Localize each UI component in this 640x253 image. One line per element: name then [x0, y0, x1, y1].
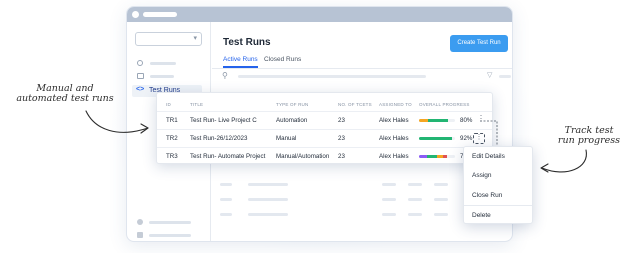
ghost-row-cell: [434, 183, 448, 186]
tabs-divider: [212, 68, 512, 69]
column-header-id: ID: [166, 102, 171, 107]
search-icon: ⚲: [222, 71, 228, 80]
ghost-row-cell: [248, 198, 288, 201]
progress-percent: 80%: [460, 117, 473, 124]
row-type: Manual/Automation: [276, 153, 330, 160]
row-count: 23: [338, 153, 345, 160]
test-runs-table: ID TITLE TYPE OF RUN NO. OF TCETS ASSIGN…: [156, 92, 493, 164]
ghost-row-cell: [220, 198, 232, 201]
progress-segment: [427, 155, 437, 158]
progress-segment: [419, 137, 452, 140]
row-assigned: Alex Hales: [379, 117, 409, 124]
column-header-progress: OVERALL PROGRESS: [419, 102, 470, 107]
row-count: 23: [338, 117, 345, 124]
row-type: Manual: [276, 135, 297, 142]
ghost-row-cell: [408, 183, 422, 186]
create-test-run-button[interactable]: Create Test Run: [450, 35, 508, 52]
filter-icon[interactable]: ▽: [487, 71, 492, 79]
row-context-menu: Edit Details Assign Close Run Delete: [463, 146, 533, 224]
ghost-row-cell: [434, 213, 448, 216]
column-header-count: NO. OF TCETS: [338, 102, 372, 107]
user-icon: [137, 60, 143, 66]
filter-label-placeholder: [499, 75, 511, 78]
progress-percent: 92%: [460, 135, 473, 142]
ghost-row-cell: [434, 198, 448, 201]
table-row[interactable]: TR2 Test Run-26/12/2023 Manual 23 Alex H…: [157, 130, 492, 148]
progress-bar: [419, 155, 455, 158]
row-count: 23: [338, 135, 345, 142]
menu-item-delete[interactable]: Delete: [472, 212, 491, 219]
menu-item-close-run[interactable]: Close Run: [472, 192, 502, 199]
ghost-row-cell: [408, 213, 422, 216]
ghost-row-cell: [408, 198, 422, 201]
ghost-row-cell: [382, 198, 396, 201]
tab-active-runs[interactable]: Active Runs: [223, 56, 258, 68]
chevron-down-icon: ▾: [193, 35, 197, 42]
avatar-icon: [137, 219, 143, 225]
sidebar-item-label-placeholder: [150, 62, 176, 65]
annotation-left-line2: automated test runs: [16, 93, 114, 104]
menu-item-edit-details[interactable]: Edit Details: [472, 153, 505, 160]
sidebar-footer-label-placeholder: [149, 234, 191, 237]
code-brackets-icon: <>: [136, 86, 145, 93]
search-bar[interactable]: ⚲ ▽: [218, 70, 512, 82]
row-title[interactable]: Test Run-26/12/2023: [190, 135, 247, 142]
row-title[interactable]: Test Run- Live Project C: [190, 117, 257, 124]
window-dot-icon: [132, 11, 139, 18]
progress-bar: [419, 137, 455, 140]
table-row[interactable]: TR3 Test Run- Automate Project Manual/Au…: [157, 148, 492, 166]
row-id: TR3: [166, 153, 178, 160]
ghost-row-cell: [220, 183, 232, 186]
annotation-left: Manual and automated test runs: [10, 84, 120, 104]
ghost-row-cell: [220, 213, 232, 216]
right-arrow: [541, 149, 587, 173]
row-id: TR1: [166, 117, 178, 124]
menu-item-assign[interactable]: Assign: [472, 172, 492, 179]
row-assigned: Alex Hales: [379, 135, 409, 142]
row-type: Automation: [276, 117, 308, 124]
ghost-row-cell: [248, 213, 288, 216]
ghost-row-cell: [248, 183, 288, 186]
settings-icon: [137, 232, 143, 238]
more-options-icon[interactable]: ⋮: [473, 133, 485, 144]
right-arrow-head: [540, 163, 549, 173]
sidebar-item-label-placeholder: [150, 75, 174, 78]
tab-closed-runs[interactable]: Closed Runs: [264, 56, 301, 63]
search-placeholder: [238, 75, 426, 78]
project-select[interactable]: ▾: [135, 32, 202, 46]
column-header-title: TITLE: [190, 102, 204, 107]
progress-segment: [443, 155, 447, 158]
table-row[interactable]: TR1 Test Run- Live Project C Automation …: [157, 112, 492, 130]
row-assigned: Alex Hales: [379, 153, 409, 160]
page-title: Test Runs: [223, 37, 271, 48]
ghost-row-cell: [382, 213, 396, 216]
progress-segment: [419, 155, 427, 158]
column-header-type: TYPE OF RUN: [276, 102, 309, 107]
more-options-icon[interactable]: ⋮: [477, 115, 485, 123]
annotation-right-line2: run progress: [557, 135, 621, 146]
folder-icon: [137, 73, 144, 79]
window-titlebar: [127, 7, 512, 22]
sidebar-footer-label-placeholder: [149, 221, 191, 224]
row-id: TR2: [166, 135, 178, 142]
ghost-row-cell: [382, 183, 396, 186]
menu-divider: [464, 205, 532, 206]
column-header-assigned: ASSIGNED TO: [379, 102, 412, 107]
window-title-placeholder: [143, 12, 177, 17]
progress-segment: [419, 119, 428, 122]
progress-segment: [428, 119, 448, 122]
progress-bar: [419, 119, 455, 122]
annotation-right: Track test run progress: [550, 126, 628, 146]
row-title[interactable]: Test Run- Automate Project: [190, 153, 265, 160]
